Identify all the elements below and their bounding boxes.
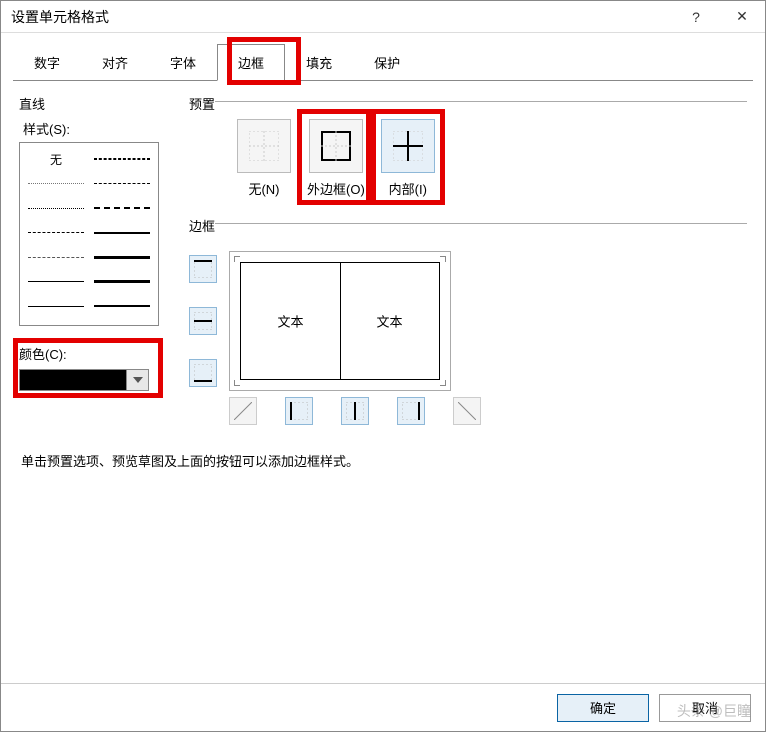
line-panel: 直线 样式(S): 无 颜色(C): xyxy=(19,94,169,425)
line-style-8[interactable] xyxy=(26,247,86,267)
color-picker[interactable] xyxy=(19,369,169,391)
preset-none[interactable] xyxy=(237,119,291,173)
line-style-none[interactable]: 无 xyxy=(26,149,86,169)
close-button[interactable]: ✕ xyxy=(719,1,765,33)
line-style-9[interactable] xyxy=(92,247,152,267)
preset-outline-label: 外边框(O) xyxy=(307,179,365,198)
cancel-button[interactable]: 取消 xyxy=(659,694,751,722)
line-style-3[interactable] xyxy=(92,174,152,194)
title-bar: 设置单元格格式 ? ✕ xyxy=(1,1,765,33)
preview-text-left: 文本 xyxy=(277,312,303,331)
preset-inside-label: 内部(I) xyxy=(389,179,427,198)
chevron-down-icon xyxy=(133,377,143,383)
preset-outline[interactable] xyxy=(309,119,363,173)
border-top-button[interactable] xyxy=(189,255,217,283)
preview-text-right: 文本 xyxy=(376,312,402,331)
preset-group-label: 预置 xyxy=(189,94,215,113)
line-group-label: 直线 xyxy=(19,94,169,113)
preset-none-label: 无(N) xyxy=(248,179,279,198)
line-style-6[interactable] xyxy=(26,223,86,243)
tab-fill[interactable]: 填充 xyxy=(285,44,353,81)
line-style-5[interactable] xyxy=(92,198,152,218)
line-style-4[interactable] xyxy=(26,198,86,218)
line-style-10[interactable] xyxy=(26,272,86,292)
tab-font[interactable]: 字体 xyxy=(149,44,217,81)
line-style-12[interactable] xyxy=(26,296,86,316)
dialog-footer: 确定 取消 xyxy=(1,683,765,731)
ok-button[interactable]: 确定 xyxy=(557,694,649,722)
line-style-list[interactable]: 无 xyxy=(19,142,159,326)
border-left-button[interactable] xyxy=(285,397,313,425)
preset-inside[interactable] xyxy=(381,119,435,173)
window-title: 设置单元格格式 xyxy=(11,7,673,27)
color-dropdown-button[interactable] xyxy=(127,369,149,391)
color-label: 颜色(C): xyxy=(19,344,169,363)
border-right-button[interactable] xyxy=(397,397,425,425)
tab-bar: 数字 对齐 字体 边框 填充 保护 xyxy=(1,33,765,80)
border-hmid-button[interactable] xyxy=(189,307,217,335)
tab-border[interactable]: 边框 xyxy=(217,44,285,81)
tab-number[interactable]: 数字 xyxy=(13,44,81,81)
line-style-13[interactable] xyxy=(92,296,152,316)
border-bottom-button[interactable] xyxy=(189,359,217,387)
style-label: 样式(S): xyxy=(23,119,169,138)
line-style-11[interactable] xyxy=(92,272,152,292)
border-diag-up-button[interactable] xyxy=(229,397,257,425)
hint-text: 单击预置选项、预览草图及上面的按钮可以添加边框样式。 xyxy=(1,439,765,482)
tab-alignment[interactable]: 对齐 xyxy=(81,44,149,81)
border-group-label: 边框 xyxy=(189,216,215,235)
line-style-2[interactable] xyxy=(26,174,86,194)
border-vmid-button[interactable] xyxy=(341,397,369,425)
help-button[interactable]: ? xyxy=(673,1,719,33)
line-style-7[interactable] xyxy=(92,223,152,243)
border-preview[interactable]: 文本 文本 xyxy=(229,251,451,391)
line-style-1[interactable] xyxy=(92,149,152,169)
border-diag-down-button[interactable] xyxy=(453,397,481,425)
color-swatch xyxy=(19,369,127,391)
tab-protection[interactable]: 保护 xyxy=(353,44,421,81)
